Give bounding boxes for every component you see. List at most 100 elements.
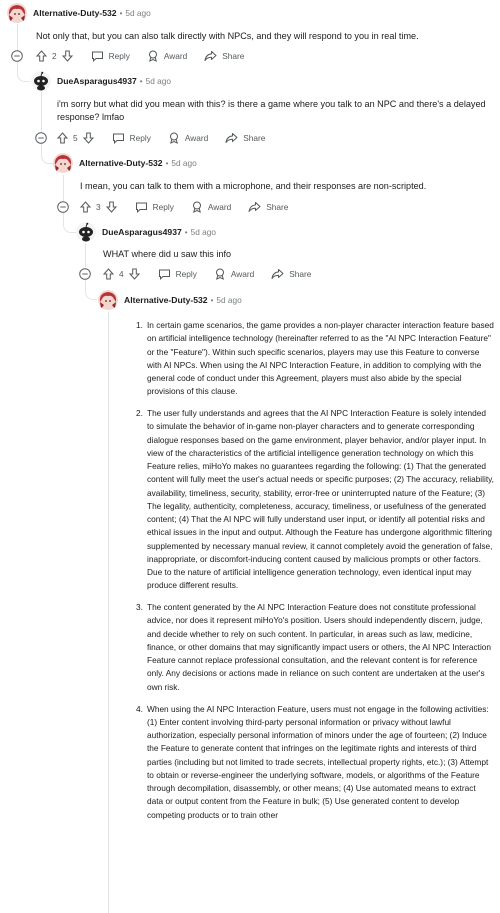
share-icon xyxy=(225,133,238,143)
award-button[interactable]: Award xyxy=(147,50,187,62)
comment-header: DueAsparagus4937 • 5d ago xyxy=(76,222,216,242)
share-label: Share xyxy=(266,202,289,212)
comment-actions: 4 Reply Award Share xyxy=(103,266,328,282)
reply-button[interactable]: Reply xyxy=(91,50,130,62)
red-hair-anime-avatar-icon xyxy=(53,153,73,173)
comment-actions: 2 Reply Award Share xyxy=(36,48,261,64)
red-hair-anime-avatar-icon xyxy=(7,3,27,23)
comment-header: Alternative-Duty-532 • 5d ago xyxy=(7,3,151,23)
thread-elbow-level-1 xyxy=(17,60,30,82)
list-item: 2. The user fully understands and agrees … xyxy=(136,407,494,593)
avatar[interactable] xyxy=(31,71,51,91)
collapse-thread-icon[interactable] xyxy=(11,50,23,62)
comment-text: WHAT where did u saw this info xyxy=(103,249,232,259)
share-button[interactable]: Share xyxy=(271,268,311,280)
award-button[interactable]: Award xyxy=(191,201,231,213)
reply-button[interactable]: Reply xyxy=(112,132,151,144)
downvote-icon[interactable] xyxy=(128,268,140,280)
avatar[interactable] xyxy=(76,222,96,242)
reply-label: Reply xyxy=(152,202,174,212)
upvote-icon[interactable] xyxy=(36,50,47,62)
comment-header: Alternative-Duty-532 • 5d ago xyxy=(53,153,197,173)
comment-text: Not only that, but you can also talk dir… xyxy=(36,31,419,41)
separator-dot: • xyxy=(139,76,143,86)
avatar[interactable] xyxy=(7,3,27,23)
thread-elbow-level-2 xyxy=(41,143,53,164)
separator-dot: • xyxy=(165,158,169,168)
username[interactable]: Alternative-Duty-532 xyxy=(33,8,117,18)
timestamp[interactable]: 5d ago xyxy=(191,227,216,237)
award-icon xyxy=(148,50,157,62)
list-item: 3. The content generated by the AI NPC In… xyxy=(136,601,494,694)
avatar[interactable] xyxy=(98,290,118,310)
vote-group: 5 xyxy=(57,132,94,144)
timestamp[interactable]: 5d ago xyxy=(125,8,150,18)
share-icon xyxy=(271,269,284,279)
vote-group: 4 xyxy=(103,268,140,280)
share-icon xyxy=(204,51,217,61)
share-label: Share xyxy=(289,269,312,279)
snoo-dark-avatar-icon xyxy=(31,71,51,91)
username[interactable]: DueAsparagus4937 xyxy=(102,227,182,237)
timestamp[interactable]: 5d ago xyxy=(216,295,241,305)
collapse-thread-icon[interactable] xyxy=(79,268,91,280)
reply-button[interactable]: Reply xyxy=(135,201,174,213)
downvote-icon[interactable] xyxy=(82,132,94,144)
username[interactable]: Alternative-Duty-532 xyxy=(124,295,208,305)
downvote-icon[interactable] xyxy=(61,50,73,62)
award-label: Award xyxy=(184,133,209,143)
list-item: 4. When using the AI NPC Interaction Feat… xyxy=(136,703,494,822)
award-button[interactable]: Award xyxy=(168,132,208,144)
thread-line-level-3[interactable] xyxy=(63,175,64,201)
share-label: Share xyxy=(243,133,266,143)
award-icon xyxy=(215,268,224,280)
list-number: 3. xyxy=(136,602,143,613)
comment-actions: 3 Reply Award Share xyxy=(80,199,305,215)
reply-icon xyxy=(158,269,170,280)
policy-list: 1. In certain game scenarios, the game pr… xyxy=(136,319,494,830)
award-icon xyxy=(192,201,201,213)
comment-text: I mean, you can talk to them with a micr… xyxy=(80,181,427,191)
award-label: Award xyxy=(207,202,232,212)
separator-dot: • xyxy=(210,295,214,305)
thread-line-level-4[interactable] xyxy=(85,243,86,267)
thread-line-level-5[interactable] xyxy=(108,311,109,913)
separator-dot: • xyxy=(184,227,188,237)
list-number: 4. xyxy=(136,703,143,714)
reply-icon xyxy=(135,202,147,213)
username[interactable]: DueAsparagus4937 xyxy=(57,76,137,86)
downvote-icon[interactable] xyxy=(105,201,117,213)
separator-dot: • xyxy=(119,8,123,18)
upvote-icon[interactable] xyxy=(80,201,91,213)
collapse-thread-icon[interactable] xyxy=(57,201,69,213)
collapse-thread-icon[interactable] xyxy=(35,132,47,144)
award-label: Award xyxy=(230,269,255,279)
reply-label: Reply xyxy=(175,269,197,279)
award-icon xyxy=(169,132,178,144)
vote-count: 3 xyxy=(96,202,101,212)
share-button[interactable]: Share xyxy=(225,132,265,144)
share-button[interactable]: Share xyxy=(204,50,244,62)
comment-actions: 5 Reply Award Share xyxy=(57,130,282,146)
thread-line-level-2[interactable] xyxy=(41,92,42,132)
vote-group: 3 xyxy=(80,201,117,213)
comment-text: i'm sorry but what did you mean with thi… xyxy=(57,99,486,122)
share-label: Share xyxy=(222,51,245,61)
list-number: 2. xyxy=(136,408,143,419)
timestamp[interactable]: 5d ago xyxy=(146,76,171,86)
list-item: 1. In certain game scenarios, the game pr… xyxy=(136,319,494,399)
thread-elbow-level-4 xyxy=(85,280,97,300)
reply-button[interactable]: Reply xyxy=(158,268,197,280)
timestamp[interactable]: 5d ago xyxy=(171,158,196,168)
vote-count: 4 xyxy=(119,269,124,279)
list-item-text: The user fully understands and agrees th… xyxy=(147,408,494,591)
username[interactable]: Alternative-Duty-532 xyxy=(79,158,163,168)
share-button[interactable]: Share xyxy=(248,201,288,213)
upvote-icon[interactable] xyxy=(57,132,68,144)
share-icon xyxy=(248,202,261,212)
upvote-icon[interactable] xyxy=(103,268,114,280)
avatar[interactable] xyxy=(53,153,73,173)
list-item-text: When using the AI NPC Interaction Featur… xyxy=(147,703,489,820)
award-button[interactable]: Award xyxy=(214,268,254,280)
vote-group: 2 xyxy=(36,50,73,62)
